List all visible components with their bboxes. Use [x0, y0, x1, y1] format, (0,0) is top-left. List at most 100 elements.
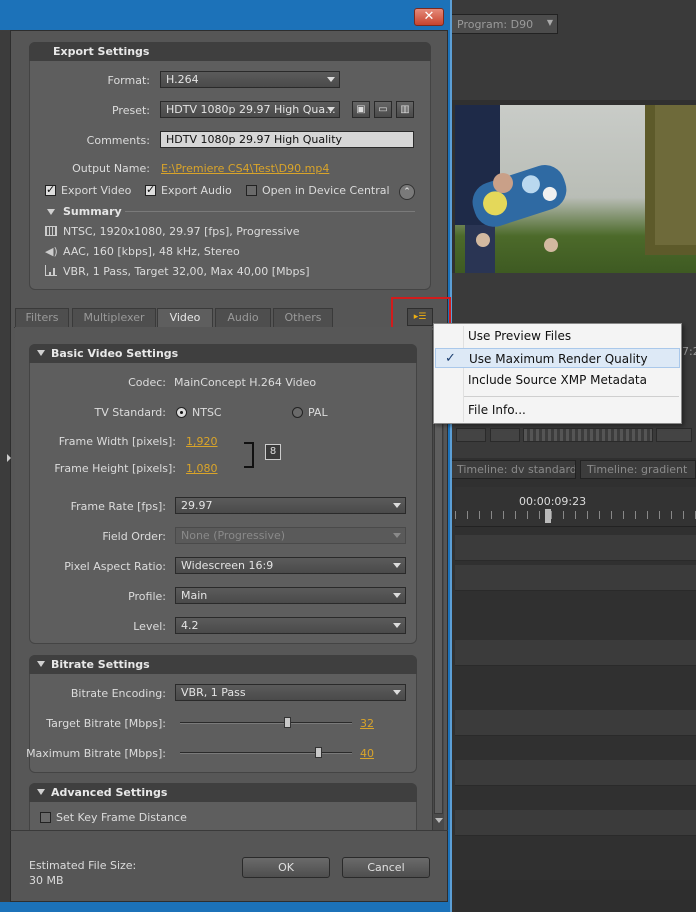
timeline-track[interactable]	[455, 810, 696, 836]
menu-item-use-preview-files[interactable]: Use Preview Files	[435, 326, 680, 346]
timeline-track[interactable]	[455, 710, 696, 736]
collapse-triangle-icon	[37, 789, 45, 795]
delete-preset-button[interactable]: ▥	[396, 101, 414, 118]
bitrate-summary-icon	[45, 265, 57, 276]
program-tab-label: Program: D90	[457, 18, 534, 31]
menu-item-label: Include Source XMP Metadata	[468, 373, 647, 387]
codec-value: MainConcept H.264 Video	[174, 376, 317, 389]
timeline-tab[interactable]: Timeline: dv standard	[450, 460, 576, 479]
key-frame-distance-checkbox[interactable]	[40, 812, 51, 823]
ok-label: OK	[278, 861, 294, 874]
basic-video-header[interactable]: Basic Video Settings	[29, 344, 417, 363]
tab-video[interactable]: Video	[157, 308, 213, 328]
output-name-link[interactable]: E:\Premiere CS4\Test\D90.mp4	[161, 162, 329, 175]
menu-item-label: File Info...	[468, 403, 526, 417]
target-bitrate-thumb[interactable]	[283, 717, 291, 728]
estimated-size-value: 30 MB	[29, 874, 64, 887]
chain-link-icon: 8	[269, 446, 277, 457]
format-dropdown[interactable]: H.264	[160, 71, 340, 88]
pixel-aspect-ratio-dropdown[interactable]: Widescreen 16:9	[175, 557, 406, 574]
device-central-checkbox[interactable]	[246, 185, 257, 196]
menu-item-file-info[interactable]: File Info...	[435, 400, 680, 420]
max-bitrate-slider[interactable]	[180, 752, 352, 754]
target-bitrate-slider[interactable]	[180, 722, 352, 724]
pal-radio[interactable]	[292, 407, 303, 418]
jog-shuttle[interactable]	[523, 428, 653, 442]
frame-height-value[interactable]: 1,080	[186, 462, 218, 475]
profile-label: Profile:	[128, 590, 166, 603]
chevron-down-icon	[393, 533, 401, 538]
comments-field[interactable]: HDTV 1080p 29.97 High Quality	[160, 131, 414, 148]
pal-label: PAL	[308, 406, 328, 419]
timeline-tab-label: Timeline: dv standard	[457, 463, 576, 476]
frame-rate-value: 29.97	[181, 499, 213, 512]
summary-video-text: NTSC, 1920x1080, 29.97 [fps], Progressiv…	[63, 225, 300, 238]
advanced-header[interactable]: Advanced Settings	[29, 783, 417, 802]
timeline-timecode: 00:00:09:23	[519, 495, 587, 508]
tab-filters[interactable]: Filters	[15, 308, 69, 327]
basic-video-title: Basic Video Settings	[51, 347, 179, 360]
timeline-ruler[interactable]: 00:00:09:23	[455, 487, 696, 527]
chevron-down-icon	[393, 503, 401, 508]
save-icon: ▣	[356, 104, 366, 115]
ntsc-radio[interactable]	[176, 407, 187, 418]
max-bitrate-value[interactable]: 40	[360, 747, 374, 760]
footer-divider	[10, 830, 448, 831]
level-dropdown[interactable]: 4.2	[175, 617, 406, 634]
expand-arrow-icon[interactable]	[7, 454, 11, 462]
bitrate-encoding-dropdown[interactable]: VBR, 1 Pass	[175, 684, 406, 701]
tab-label: Video	[169, 311, 201, 324]
import-preset-button[interactable]: ▭	[374, 101, 392, 118]
bitrate-header[interactable]: Bitrate Settings	[29, 655, 417, 674]
cancel-button[interactable]: Cancel	[342, 857, 430, 878]
chevron-down-icon	[393, 690, 401, 695]
target-bitrate-value[interactable]: 32	[360, 717, 374, 730]
menu-item-label: Use Maximum Render Quality	[469, 352, 648, 366]
menu-item-use-maximum-render-quality[interactable]: ✓ Use Maximum Render Quality	[435, 348, 680, 368]
profile-dropdown[interactable]: Main	[175, 587, 406, 604]
export-video-checkbox[interactable]	[45, 183, 56, 196]
chevron-up-icon: ⌃	[403, 187, 411, 197]
timeline-track[interactable]	[455, 760, 696, 786]
left-splitter[interactable]	[0, 30, 10, 902]
save-preset-button[interactable]: ▣	[352, 101, 370, 118]
summary-toggle-icon[interactable]	[47, 209, 55, 215]
codec-label: Codec:	[128, 376, 166, 389]
monitor-timecode-fragment: 7:2	[682, 345, 696, 358]
advanced-title: Advanced Settings	[51, 786, 168, 799]
preset-dropdown[interactable]: HDTV 1080p 29.97 High Qua...	[160, 101, 340, 118]
program-monitor-tab[interactable]: Program: D90 ▼	[450, 14, 558, 34]
timeline-track[interactable]	[455, 640, 696, 666]
tab-multiplexer[interactable]: Multiplexer	[72, 308, 156, 327]
transport-button[interactable]	[656, 428, 692, 442]
timeline-tab[interactable]: Timeline: gradient	[580, 460, 696, 479]
max-bitrate-thumb[interactable]	[314, 747, 322, 758]
close-icon: ✕	[423, 9, 435, 24]
constrain-proportions-button[interactable]: 8	[265, 444, 281, 460]
field-order-value: None (Progressive)	[181, 529, 286, 542]
frame-width-value[interactable]: 1,920	[186, 435, 218, 448]
key-frame-distance-label: Set Key Frame Distance	[56, 811, 187, 824]
chevron-down-icon[interactable]: ▼	[547, 18, 553, 27]
tab-audio[interactable]: Audio	[215, 308, 271, 327]
transport-button[interactable]	[456, 428, 486, 442]
timeline-track[interactable]	[455, 535, 696, 561]
scroll-down-icon[interactable]	[435, 818, 443, 823]
timeline-track[interactable]	[455, 565, 696, 591]
frame-rate-dropdown[interactable]: 29.97	[175, 497, 406, 514]
chevron-down-icon	[393, 563, 401, 568]
close-button[interactable]: ✕	[414, 8, 444, 26]
tab-others[interactable]: Others	[273, 308, 333, 327]
menu-item-include-source-xmp[interactable]: Include Source XMP Metadata	[435, 370, 680, 390]
link-bracket	[244, 442, 254, 468]
export-settings-header: Export Settings	[29, 42, 431, 61]
pixel-aspect-ratio-label: Pixel Aspect Ratio:	[64, 560, 166, 573]
ok-button[interactable]: OK	[242, 857, 330, 878]
preset-value: HDTV 1080p 29.97 High Qua...	[166, 103, 336, 116]
level-value: 4.2	[181, 619, 199, 632]
collapse-section-button[interactable]: ⌃	[399, 184, 415, 200]
export-audio-checkbox[interactable]	[145, 183, 156, 196]
field-order-dropdown: None (Progressive)	[175, 527, 406, 544]
transport-button[interactable]	[490, 428, 520, 442]
playhead[interactable]	[545, 509, 551, 523]
